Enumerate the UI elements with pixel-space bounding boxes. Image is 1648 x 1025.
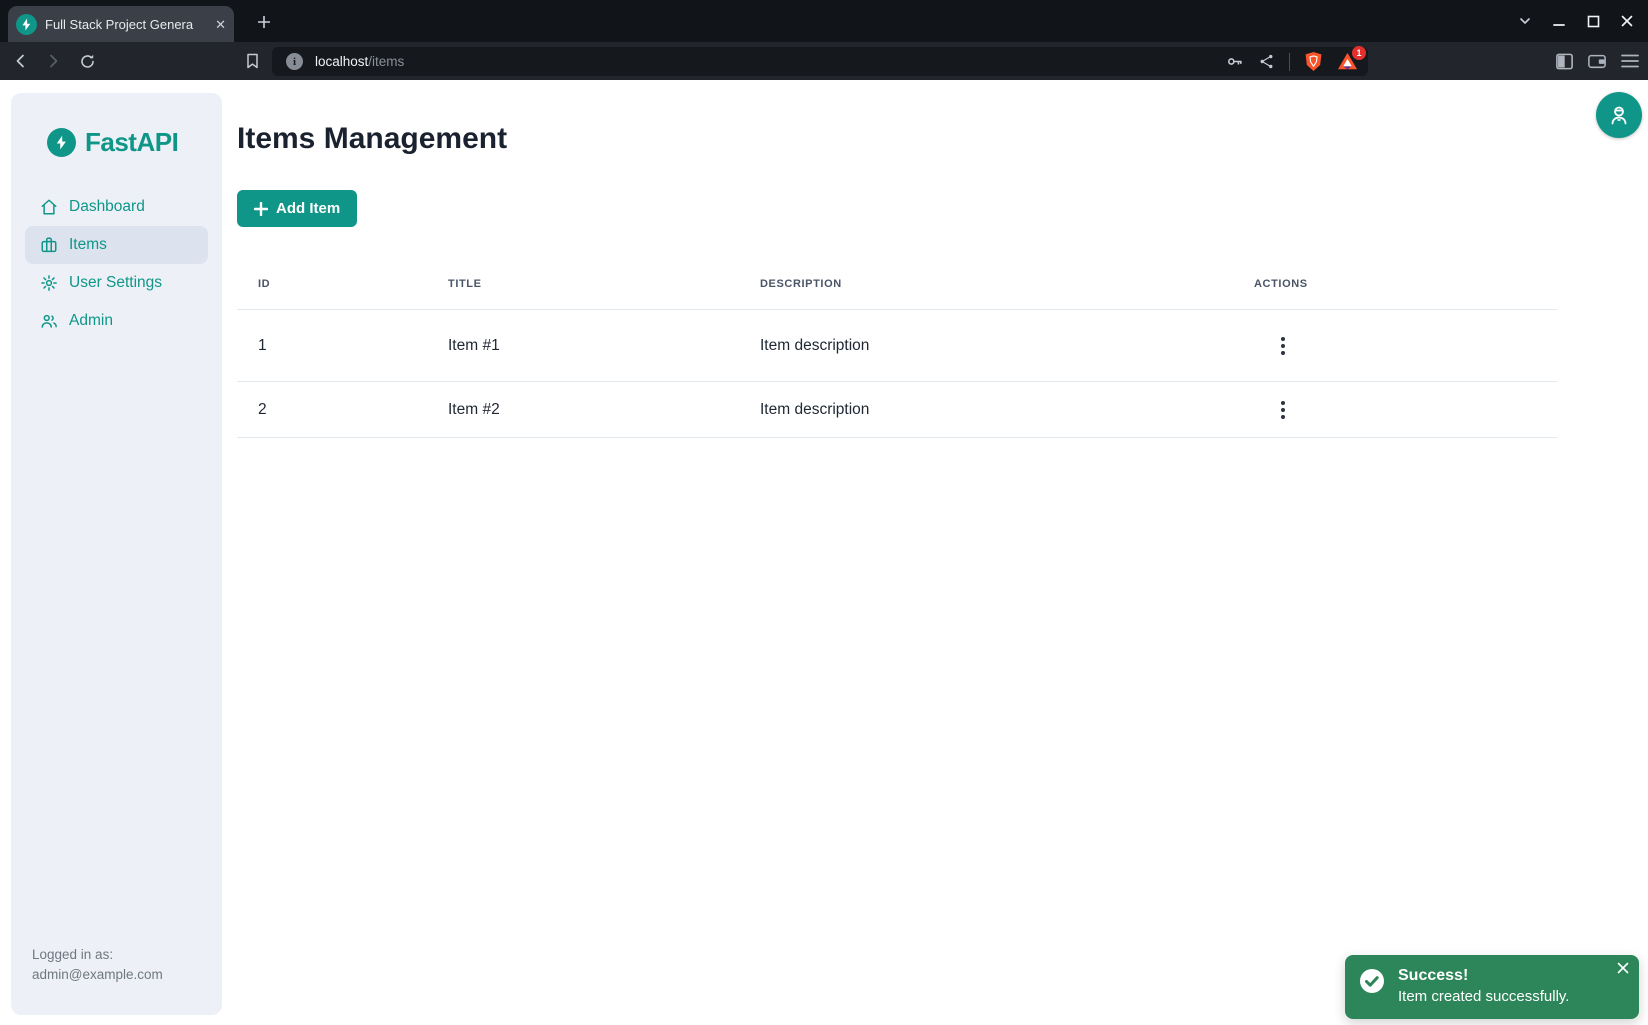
wallet-icon[interactable] [1587, 52, 1607, 70]
user-menu-button[interactable] [1596, 92, 1642, 138]
sidebar-item-label: Dashboard [69, 198, 145, 216]
toast-close-button[interactable] [1617, 962, 1629, 976]
add-item-button[interactable]: Add Item [237, 190, 357, 227]
brave-rewards-icon[interactable]: 1 [1337, 52, 1358, 71]
reload-button[interactable] [72, 46, 102, 76]
toolbar-divider [1289, 53, 1290, 71]
sidebar-item-items[interactable]: Items [25, 226, 208, 264]
page-title: Items Management [237, 122, 507, 156]
bookmark-icon[interactable] [240, 49, 264, 73]
toast-title: Success! [1398, 966, 1569, 986]
logged-in-email: admin@example.com [32, 965, 163, 985]
share-icon[interactable] [1258, 53, 1275, 70]
table-row: 1 Item #1 Item description [237, 310, 1557, 382]
sidebar-item-dashboard[interactable]: Dashboard [25, 188, 208, 226]
logged-in-label: Logged in as: [32, 945, 163, 965]
sidebar: FastAPI Dashboard Items User Settings [11, 93, 222, 1015]
menu-hamburger-icon[interactable] [1620, 53, 1640, 69]
sidebar-item-admin[interactable]: Admin [25, 302, 208, 340]
url-path: /items [368, 54, 404, 69]
toolbar-right-icons [1555, 46, 1640, 76]
gear-icon [40, 274, 58, 292]
fastapi-favicon-icon [16, 14, 37, 35]
vertical-ellipsis-icon [1281, 401, 1285, 405]
row-actions-menu-button[interactable] [1269, 396, 1297, 424]
cell-description: Item description [739, 337, 1233, 355]
table-row: 2 Item #2 Item description [237, 382, 1557, 438]
tab-title: Full Stack Project Genera [45, 17, 205, 32]
toast-message: Item created successfully. [1398, 986, 1569, 1008]
table-header-row: ID TITLE DESCRIPTION ACTIONS [237, 258, 1557, 310]
success-toast: Success! Item created successfully. [1345, 955, 1639, 1019]
cell-id: 1 [237, 337, 427, 355]
cell-description: Item description [739, 401, 1233, 419]
cell-title: Item #1 [427, 337, 739, 355]
home-icon [40, 198, 58, 216]
sidebar-toggle-icon[interactable] [1555, 52, 1574, 71]
tab-close-icon[interactable]: ✕ [215, 18, 226, 31]
page-content: FastAPI Dashboard Items User Settings [0, 80, 1648, 1025]
password-key-icon[interactable] [1225, 52, 1244, 71]
browser-toolbar: i localhost/items 1 [0, 42, 1648, 80]
app-logo-text: FastAPI [85, 127, 178, 158]
cell-title: Item #2 [427, 401, 739, 419]
forward-button[interactable] [38, 46, 68, 76]
back-button[interactable] [6, 46, 36, 76]
users-icon [40, 312, 58, 330]
url-bar[interactable]: i localhost/items 1 [272, 47, 1368, 76]
rewards-badge: 1 [1352, 46, 1366, 60]
tab-search-chevron-icon[interactable] [1508, 0, 1542, 42]
column-header-id: ID [237, 278, 427, 290]
items-table: ID TITLE DESCRIPTION ACTIONS 1 Item #1 I… [237, 258, 1557, 438]
close-window-button[interactable] [1610, 0, 1644, 42]
sidebar-item-label: Items [69, 236, 107, 254]
sidebar-nav: Dashboard Items User Settings Admin [11, 188, 222, 340]
close-icon [1617, 962, 1629, 974]
check-circle-icon [1359, 968, 1385, 994]
url-host: localhost [315, 54, 368, 69]
add-item-button-label: Add Item [276, 200, 340, 217]
site-info-icon[interactable]: i [286, 53, 303, 70]
sidebar-item-label: Admin [69, 312, 113, 330]
column-header-actions: ACTIONS [1233, 278, 1557, 290]
browser-tab-bar: Full Stack Project Genera ✕ [0, 0, 1648, 42]
url-action-icons: 1 [1225, 51, 1358, 72]
briefcase-icon [40, 236, 58, 254]
sidebar-item-user-settings[interactable]: User Settings [25, 264, 208, 302]
new-tab-button[interactable] [250, 8, 278, 36]
app-logo: FastAPI [11, 93, 222, 158]
plus-icon [254, 202, 268, 216]
maximize-button[interactable] [1576, 0, 1610, 42]
minimize-button[interactable] [1542, 0, 1576, 42]
cell-id: 2 [237, 401, 427, 419]
browser-window: Full Stack Project Genera ✕ [0, 0, 1648, 1025]
user-avatar-icon [1607, 103, 1631, 127]
column-header-description: DESCRIPTION [739, 278, 1233, 290]
fastapi-logo-icon [47, 128, 76, 157]
logged-in-info: Logged in as: admin@example.com [32, 945, 163, 985]
window-controls [1508, 0, 1648, 42]
column-header-title: TITLE [427, 278, 739, 290]
row-actions-menu-button[interactable] [1269, 332, 1297, 360]
url-text: localhost/items [315, 54, 404, 69]
sidebar-item-label: User Settings [69, 274, 162, 292]
brave-shield-icon[interactable] [1304, 51, 1323, 72]
vertical-ellipsis-icon [1281, 337, 1285, 341]
plus-icon [256, 14, 272, 30]
browser-tab[interactable]: Full Stack Project Genera ✕ [8, 6, 234, 42]
